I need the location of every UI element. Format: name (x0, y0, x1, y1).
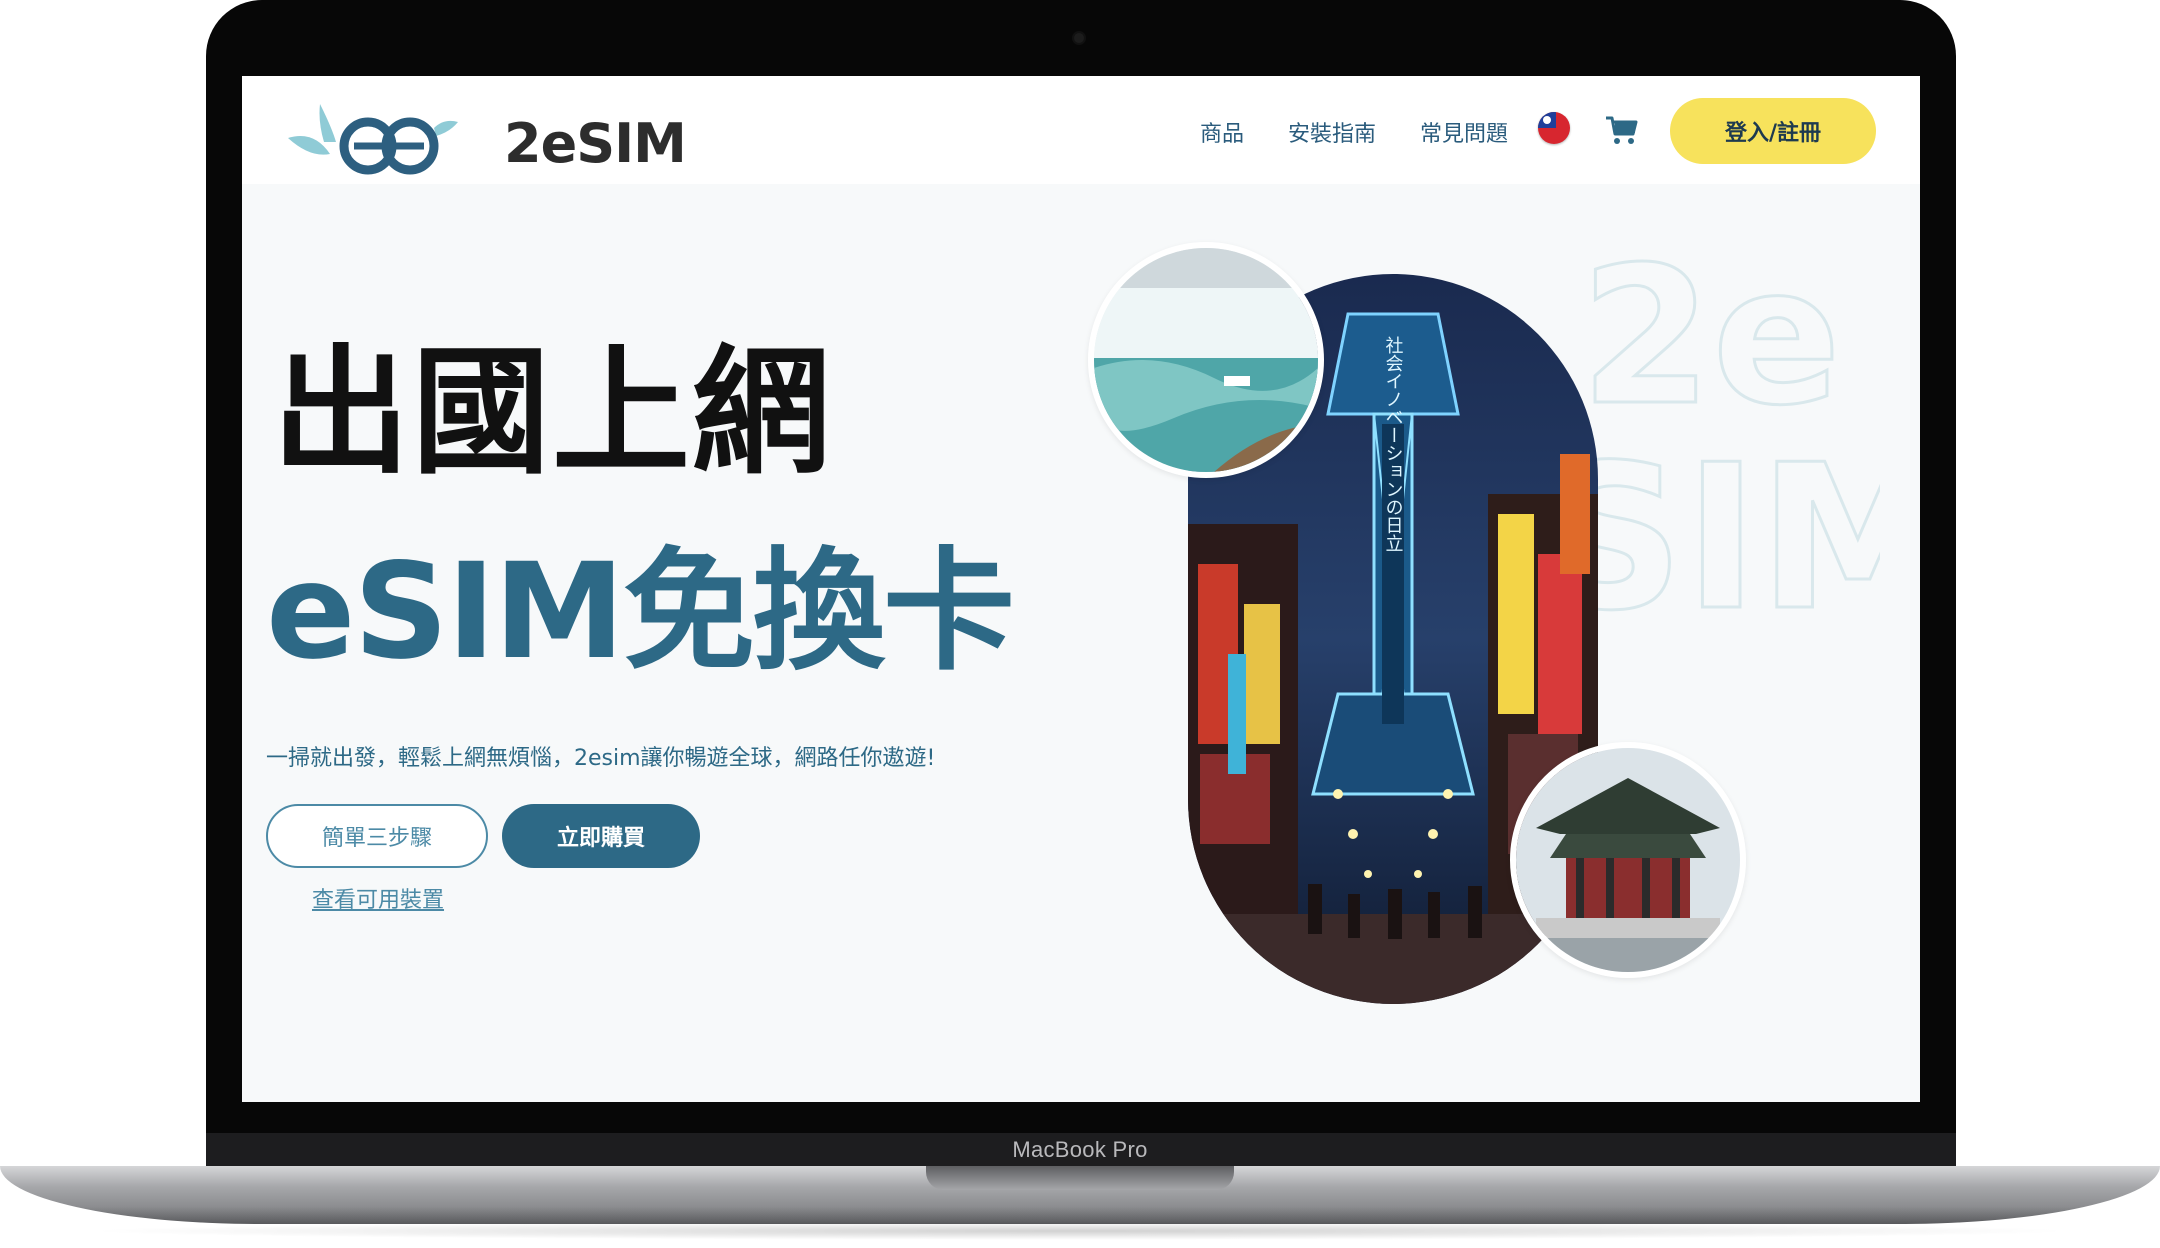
watermark-line1: 2e (1580, 252, 1841, 447)
laptop-model-label: MacBook Pro (1012, 1137, 1148, 1162)
site-logo[interactable]: 2eSIM (284, 88, 687, 178)
view-devices-link[interactable]: 查看可用裝置 (312, 882, 444, 914)
buy-now-button[interactable]: 立即購買 (502, 804, 700, 868)
site-header: 2eSIM 商品 安裝指南 常見問題 登入/註冊 (242, 76, 1920, 184)
logo-text: 2eSIM (504, 112, 687, 175)
nav-item-products[interactable]: 商品 (1200, 116, 1244, 147)
simple-steps-button[interactable]: 簡單三步驟 (266, 804, 488, 868)
laptop-shadow (80, 1222, 2080, 1240)
login-register-button[interactable]: 登入/註冊 (1670, 98, 1876, 164)
nav-item-faq[interactable]: 常見問題 (1420, 116, 1508, 147)
cart-icon[interactable] (1604, 112, 1640, 148)
camera-icon (1074, 33, 1084, 43)
pagoda-photo (1510, 742, 1746, 978)
laptop-hinge-notch (926, 1166, 1234, 1190)
flag-sun (1543, 116, 1551, 124)
pagoda-illustration (1516, 748, 1740, 972)
brand-watermark: 2e SIM (1580, 252, 1880, 612)
logo-mark-icon (288, 104, 458, 175)
hero-title-line1: 出國上網 (272, 332, 833, 493)
taiwan-flag-icon[interactable] (1538, 112, 1570, 144)
nav-item-install-guide[interactable]: 安裝指南 (1288, 116, 1376, 147)
main-nav: 商品 安裝指南 常見問題 (1200, 116, 1508, 147)
hero-title-line2: eSIM免換卡 (266, 535, 1015, 689)
hero-subtitle: 一掃就出發，輕鬆上網無煩惱，2esim讓你暢遊全球，網路任你遨遊! (266, 746, 936, 771)
tower-sign-text: 社会イノベーションの日立 (1383, 336, 1404, 552)
watermark-line2: SIM (1580, 422, 1880, 612)
waterfall-photo (1088, 242, 1324, 478)
browser-viewport: 2eSIM 商品 安裝指南 常見問題 登入/註冊 出國上網 eSIM免換卡 一掃… (242, 76, 1920, 1102)
waterfall-illustration (1094, 248, 1318, 472)
